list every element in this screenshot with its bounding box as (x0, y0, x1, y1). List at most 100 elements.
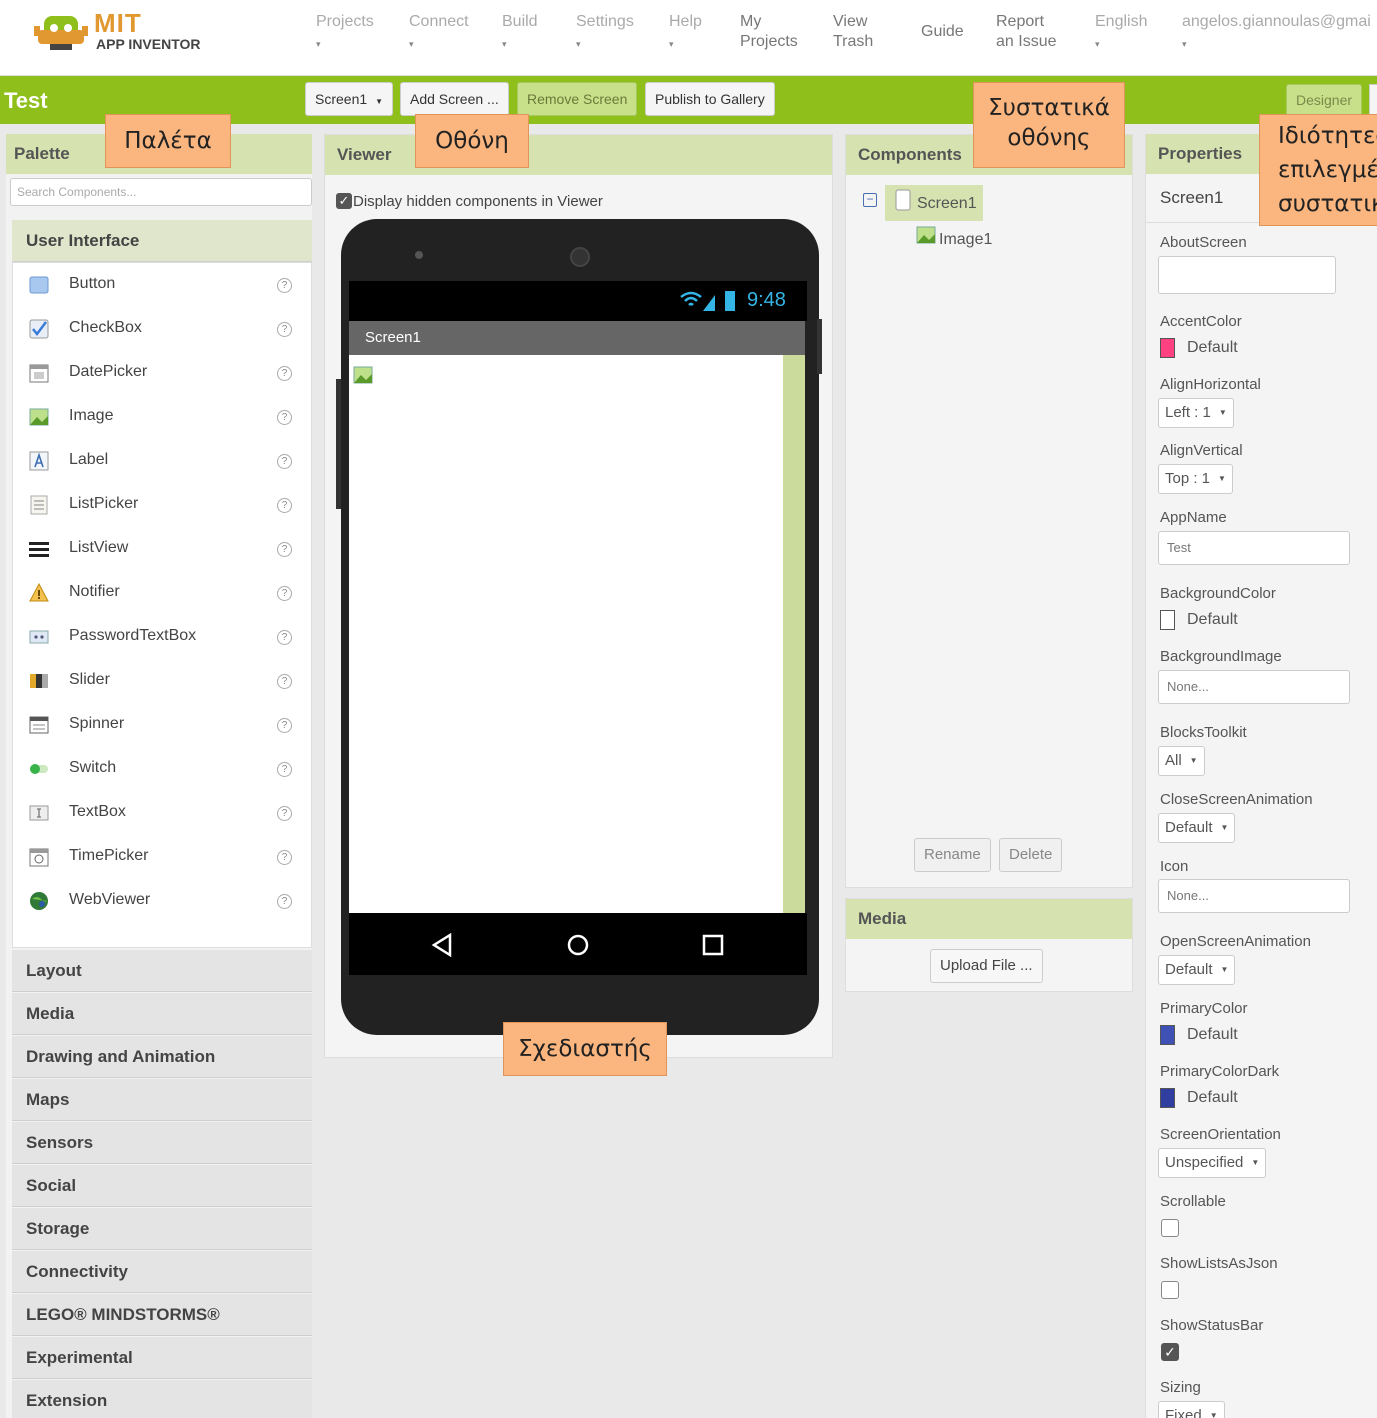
delete-button[interactable]: Delete (999, 838, 1063, 872)
phone-status-bar: 9:48 (349, 281, 807, 321)
search-components-input[interactable]: Search Components... (10, 178, 312, 206)
prop-accent-color-label: AccentColor (1160, 313, 1242, 330)
nav-help-menu[interactable]: Help ▾ (669, 12, 702, 54)
palette-item-textbox[interactable]: TextBox ? (13, 791, 311, 835)
palette-item-passwordtextbox[interactable]: PasswordTextBox ? (13, 615, 311, 659)
primary-color-picker[interactable]: Default (1160, 1025, 1238, 1045)
tree-item-image1[interactable]: Image1 (915, 225, 1035, 255)
upload-file-button[interactable]: Upload File ... (930, 949, 1043, 983)
help-icon[interactable]: ? (277, 630, 292, 645)
help-icon[interactable]: ? (277, 278, 292, 293)
category-lego-mindstorms[interactable]: LEGO® MINDSTORMS® (12, 1294, 312, 1336)
nav-build-menu[interactable]: Build ▾ (502, 12, 538, 54)
rename-button[interactable]: Rename (914, 838, 991, 872)
palette-item-spinner[interactable]: Spinner ? (13, 703, 311, 747)
add-screen-button[interactable]: Add Screen ... (400, 82, 509, 116)
help-icon[interactable]: ? (277, 762, 292, 777)
help-icon[interactable]: ? (277, 586, 292, 601)
nav-language-menu[interactable]: English ▾ (1095, 12, 1147, 54)
phone-screen-canvas[interactable] (349, 355, 805, 913)
about-screen-textarea[interactable] (1158, 256, 1336, 294)
close-screen-animation-dropdown[interactable]: Default ▼ (1158, 813, 1236, 843)
align-vertical-dropdown[interactable]: Top : 1 ▼ (1158, 464, 1233, 494)
palette-item-label: Slider (69, 671, 110, 688)
palette-item-notifier[interactable]: Notifier ? (13, 571, 311, 615)
help-icon[interactable]: ? (277, 454, 292, 469)
open-screen-animation-dropdown[interactable]: Default ▼ (1158, 955, 1236, 985)
align-horizontal-dropdown[interactable]: Left : 1 ▼ (1158, 398, 1234, 428)
help-icon[interactable]: ? (277, 894, 292, 909)
help-icon[interactable]: ? (277, 718, 292, 733)
category-drawing-animation[interactable]: Drawing and Animation (12, 1036, 312, 1078)
collapse-tree-icon[interactable]: − (863, 193, 877, 207)
palette-item-button[interactable]: Button ? (13, 263, 311, 307)
nav-projects-menu[interactable]: Projects ▾ (316, 12, 374, 54)
palette-item-slider[interactable]: Slider ? (13, 659, 311, 703)
remove-screen-button[interactable]: Remove Screen (517, 82, 638, 116)
help-icon[interactable]: ? (277, 410, 292, 425)
category-extension[interactable]: Extension (12, 1380, 312, 1418)
checkbox-icon (29, 319, 49, 339)
designer-button[interactable]: Designer (1286, 84, 1363, 116)
image-component-icon[interactable] (352, 365, 374, 385)
palette-item-timepicker[interactable]: TimePicker ? (13, 835, 311, 879)
nav-connect-menu[interactable]: Connect ▾ (409, 12, 469, 54)
blocks-button[interactable] (1369, 84, 1377, 116)
category-sensors[interactable]: Sensors (12, 1122, 312, 1164)
accent-color-picker[interactable]: Default (1160, 338, 1238, 358)
category-user-interface[interactable]: User Interface (12, 220, 312, 262)
category-maps[interactable]: Maps (12, 1079, 312, 1121)
category-layout[interactable]: Layout (12, 950, 312, 992)
home-circle-icon[interactable] (566, 933, 590, 957)
palette-item-listpicker[interactable]: ListPicker ? (13, 483, 311, 527)
nav-settings-menu[interactable]: Settings ▾ (576, 12, 634, 54)
show-status-bar-checkbox[interactable]: ✓ (1161, 1343, 1179, 1361)
background-color-picker[interactable]: Default (1160, 610, 1238, 630)
show-lists-as-json-checkbox[interactable] (1161, 1281, 1179, 1299)
help-icon[interactable]: ? (277, 498, 292, 513)
blocks-toolkit-dropdown[interactable]: All ▼ (1158, 746, 1205, 776)
category-experimental[interactable]: Experimental (12, 1337, 312, 1379)
screen-orientation-dropdown[interactable]: Unspecified ▼ (1158, 1148, 1267, 1178)
palette-item-datepicker[interactable]: DatePicker ? (13, 351, 311, 395)
category-storage[interactable]: Storage (12, 1208, 312, 1250)
help-icon[interactable]: ? (277, 674, 292, 689)
palette-item-switch[interactable]: Switch ? (13, 747, 311, 791)
category-media[interactable]: Media (12, 993, 312, 1035)
screen-select-dropdown[interactable]: Screen1 ▼ (305, 82, 394, 116)
help-icon[interactable]: ? (277, 366, 292, 381)
spinner-icon (29, 716, 49, 734)
category-social[interactable]: Social (12, 1165, 312, 1207)
recents-square-icon[interactable] (701, 933, 725, 957)
chevron-down-icon: ▾ (576, 39, 581, 49)
palette-item-checkbox[interactable]: CheckBox ? (13, 307, 311, 351)
checkbox-checked-icon[interactable]: ✓ (336, 193, 352, 209)
category-connectivity[interactable]: Connectivity (12, 1251, 312, 1293)
help-icon[interactable]: ? (277, 322, 292, 337)
nav-account-menu[interactable]: angelos.giannoulas@gmai ▾ (1182, 12, 1371, 54)
nav-view-trash-link[interactable]: View Trash (833, 12, 873, 52)
nav-my-projects-link[interactable]: My Projects (740, 12, 798, 52)
display-hidden-components-toggle[interactable]: ✓ Display hidden components in Viewer (336, 193, 603, 210)
mit-app-inventor-logo[interactable]: MIT APP INVENTOR (30, 6, 230, 56)
icon-picker[interactable]: None... (1158, 879, 1350, 913)
display-hidden-label: Display hidden components in Viewer (353, 193, 603, 210)
prop-about-screen-label: AboutScreen (1160, 234, 1247, 251)
nav-report-issue-link[interactable]: Report an Issue (996, 12, 1056, 52)
palette-item-webviewer[interactable]: WebViewer ? (13, 879, 311, 923)
sizing-dropdown[interactable]: Fixed ▼ (1158, 1401, 1225, 1418)
palette-item-image[interactable]: Image ? (13, 395, 311, 439)
tree-item-screen1[interactable]: Screen1 (885, 185, 983, 221)
scrollable-checkbox[interactable] (1161, 1219, 1179, 1237)
background-image-picker[interactable]: None... (1158, 670, 1350, 704)
back-triangle-icon[interactable] (431, 933, 453, 957)
help-icon[interactable]: ? (277, 806, 292, 821)
help-icon[interactable]: ? (277, 542, 292, 557)
help-icon[interactable]: ? (277, 850, 292, 865)
palette-item-listview[interactable]: ListView ? (13, 527, 311, 571)
primary-color-dark-picker[interactable]: Default (1160, 1088, 1238, 1108)
palette-item-label-component[interactable]: Label ? (13, 439, 311, 483)
publish-to-gallery-button[interactable]: Publish to Gallery (645, 82, 775, 116)
nav-guide-link[interactable]: Guide (921, 22, 964, 42)
app-name-input[interactable]: Test (1158, 531, 1350, 565)
